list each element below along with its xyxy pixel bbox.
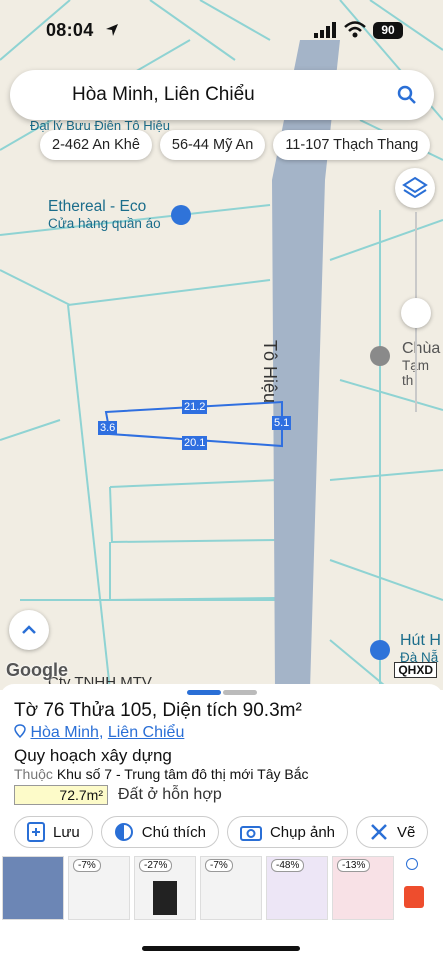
draw-tools-icon: [371, 824, 387, 840]
district-link[interactable]: Liên Chiểu: [108, 724, 185, 741]
action-row: Lưu Chú thích Chụp ảnh Vẽ: [14, 816, 429, 848]
location-pin-icon: [14, 724, 26, 739]
chip-my-an[interactable]: 56-44 Mỹ An: [159, 130, 266, 160]
search-bar[interactable]: Hòa Minh, Liên Chiểu: [10, 70, 434, 120]
capture-button[interactable]: Chụp ảnh: [226, 816, 349, 848]
poi-temple[interactable]: Chùa Tạm th: [370, 340, 443, 388]
ward-link[interactable]: Hòa Minh: [30, 724, 98, 741]
poi-temple-sub: Tạm th: [402, 358, 429, 388]
plan-heading: Quy hoạch xây dựng: [14, 746, 172, 765]
dim-top: 21.2: [182, 400, 208, 414]
zone-line: Thuộc Khu số 7 - Trung tâm đô thị mới Tâ…: [14, 766, 309, 782]
parcel-location: Hòa Minh, Liên Chiểu: [14, 724, 184, 742]
draw-button[interactable]: Vẽ: [356, 816, 429, 848]
contrast-icon: [114, 823, 133, 841]
qhxd-badge[interactable]: QHXD: [394, 662, 437, 678]
wifi-icon: [344, 21, 366, 38]
shop-pin-icon[interactable]: [171, 205, 191, 225]
discount-badge: -13%: [337, 859, 371, 872]
discount-badge: -48%: [271, 859, 305, 872]
ad-info[interactable]: [398, 856, 428, 920]
ad-item[interactable]: -7%: [68, 856, 130, 920]
poi-shop-type: Cửa hàng quần áo: [48, 216, 161, 231]
ad-banner[interactable]: -7% -27% -7% -48% -13%: [0, 856, 443, 924]
ad-item[interactable]: -27%: [134, 856, 196, 920]
chevron-up-icon: [22, 625, 36, 634]
chip-an-khe[interactable]: 2-462 An Khê: [40, 130, 152, 160]
camera-icon: [239, 826, 262, 841]
poi-shop[interactable]: Ethereal - Eco Cửa hàng quần áo: [48, 198, 161, 231]
temple-icon: [370, 346, 390, 366]
shopee-icon: [404, 886, 424, 908]
dim-bottom: 20.1: [182, 436, 208, 450]
dim-right: 5.1: [272, 416, 292, 430]
save-label: Lưu: [53, 823, 80, 841]
home-indicator[interactable]: [142, 946, 300, 951]
search-query[interactable]: Hòa Minh, Liên Chiểu: [72, 84, 255, 106]
legend-label: Chú thích: [141, 823, 206, 841]
ad-item[interactable]: [2, 856, 64, 920]
draw-label: Vẽ: [397, 823, 416, 841]
chip-thach-thang[interactable]: 11-107 Thạch Thang: [273, 130, 431, 160]
location-arrow-icon: [106, 24, 118, 36]
hut-pin-icon: [370, 640, 390, 660]
ad-item[interactable]: -13%: [332, 856, 394, 920]
battery-indicator: 90: [373, 22, 403, 39]
capture-label: Chụp ảnh: [269, 823, 336, 841]
zoom-slider-knob[interactable]: [401, 298, 431, 328]
poi-hut[interactable]: Hút H Đà Nẵ: [370, 632, 441, 665]
land-use: Đất ở hỗn hợp: [118, 786, 222, 803]
sheet-handle[interactable]: [187, 690, 257, 695]
search-icon[interactable]: [394, 82, 420, 108]
status-bar: 08:04 90: [0, 0, 443, 58]
zone-label: Thuộc: [14, 766, 53, 782]
parcel-title: Tờ 76 Thửa 105, Diện tích 90.3m²: [14, 700, 302, 721]
dim-left: 3.6: [98, 421, 118, 435]
layers-button[interactable]: [395, 168, 435, 208]
save-doc-icon: [27, 822, 45, 842]
signal-icon: [314, 22, 336, 38]
discount-badge: -7%: [73, 859, 101, 872]
legend-button[interactable]: Chú thích: [100, 816, 219, 848]
expand-up-button[interactable]: [9, 610, 49, 650]
page-indicator-active: [187, 690, 221, 695]
status-time: 08:04: [46, 20, 94, 40]
ad-item[interactable]: -48%: [266, 856, 328, 920]
parcel-info-sheet[interactable]: Tờ 76 Thửa 105, Diện tích 90.3m² Hòa Min…: [0, 684, 443, 960]
discount-badge: -27%: [139, 859, 173, 872]
poi-hut-name: Hút H: [400, 632, 441, 649]
zone-value: Khu số 7 - Trung tâm đô thị mới Tây Bắc: [56, 766, 309, 782]
suggestion-chips: 2-462 An Khê 56-44 Mỹ An 11-107 Thạch Th…: [40, 130, 431, 160]
location-separator: ,: [98, 724, 104, 741]
page-indicator: [223, 690, 257, 695]
info-icon[interactable]: [406, 858, 418, 870]
poi-shop-name: Ethereal - Eco: [48, 198, 147, 215]
discount-badge: -7%: [205, 859, 233, 872]
ad-item[interactable]: -7%: [200, 856, 262, 920]
layers-icon: [402, 176, 428, 199]
google-logo: Google: [6, 660, 68, 680]
skirt-image: [153, 881, 177, 915]
road-label: Tô Hiệu: [260, 340, 280, 404]
avatar[interactable]: [30, 84, 54, 108]
poi-temple-name: Chùa: [402, 340, 441, 357]
area-value: 72.7m²: [14, 785, 108, 805]
save-button[interactable]: Lưu: [14, 816, 93, 848]
